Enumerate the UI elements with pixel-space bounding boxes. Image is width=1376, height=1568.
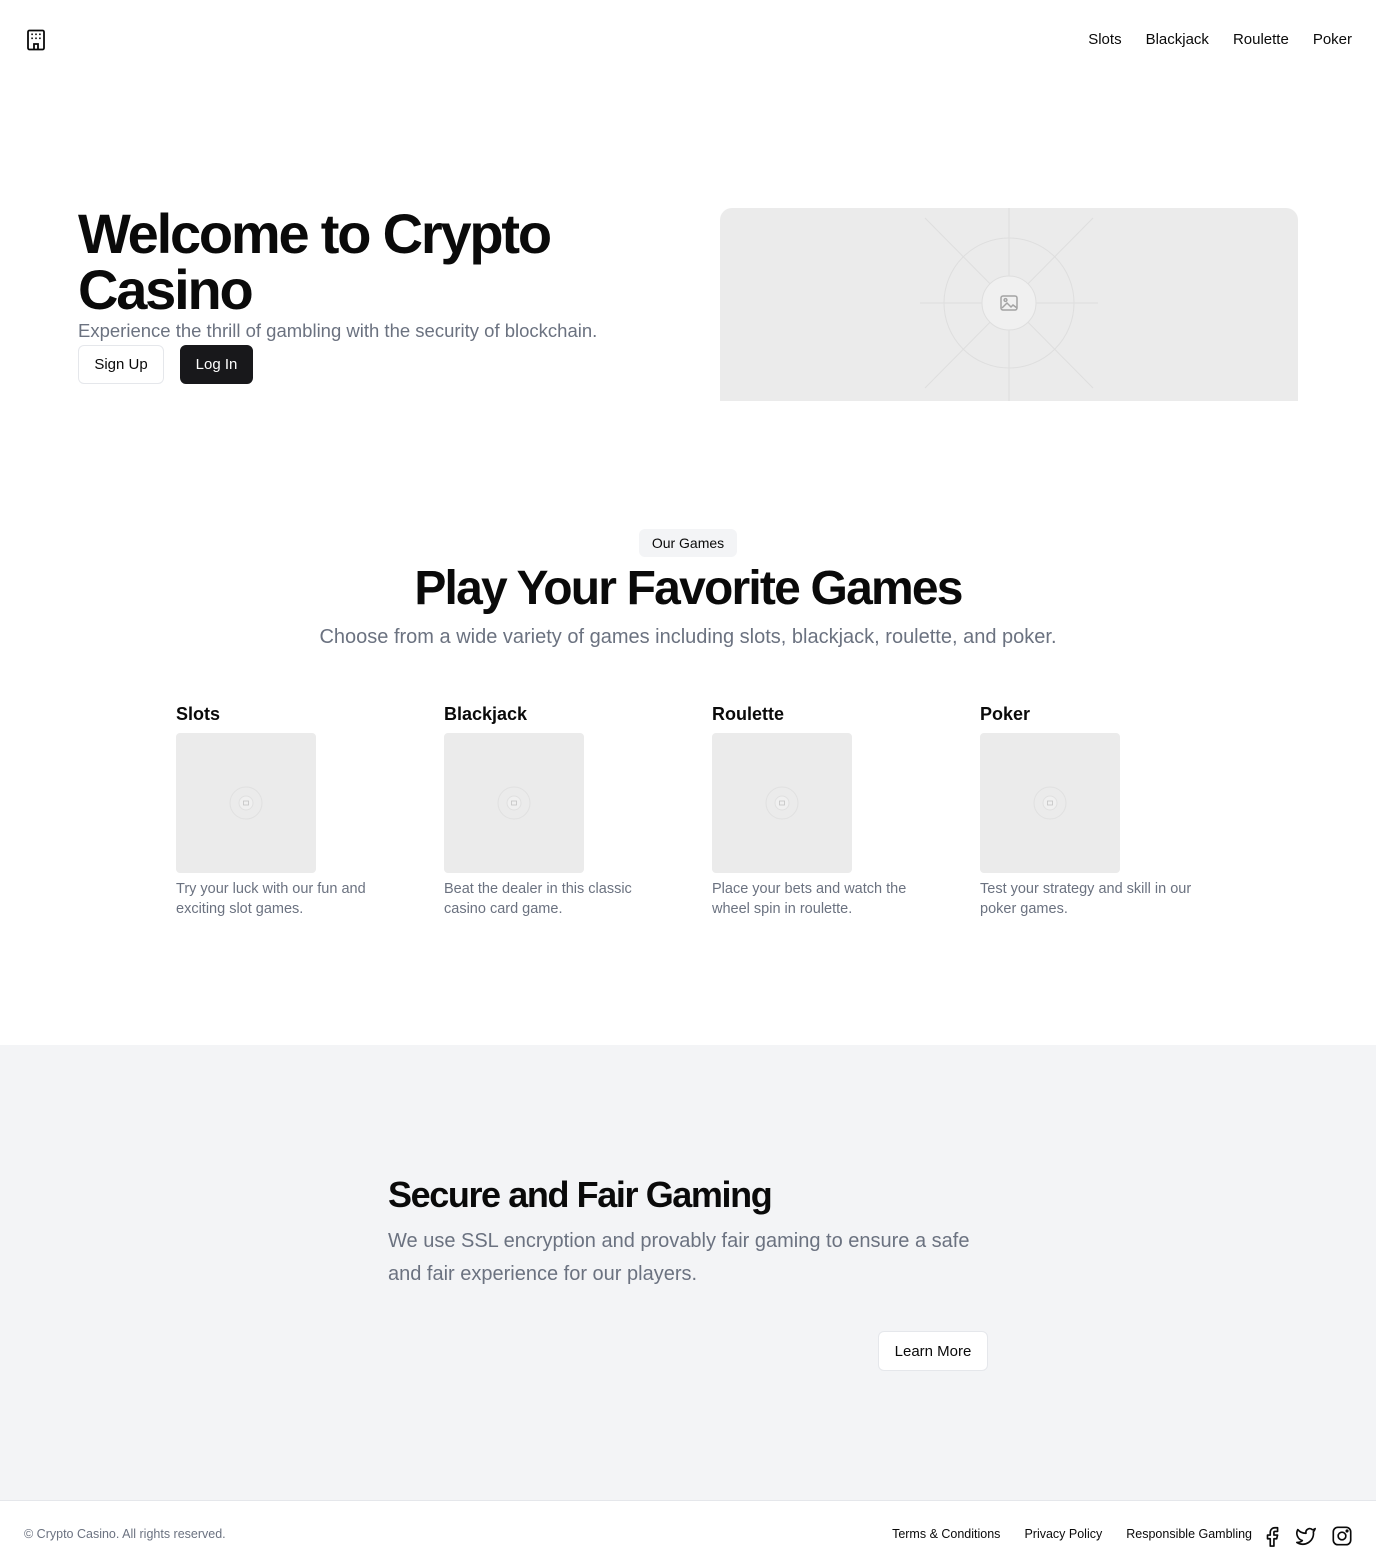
secure-text: We use SSL encryption and provably fair … bbox=[388, 1230, 970, 1285]
game-card-title: Slots bbox=[176, 704, 221, 724]
footer-link-responsible-gambling[interactable]: Responsible Gambling bbox=[1126, 1527, 1252, 1541]
game-card-description: Beat the dealer in this classic casino c… bbox=[444, 881, 632, 917]
facebook-icon[interactable] bbox=[1262, 1525, 1284, 1547]
log-in-button[interactable]: Log In bbox=[180, 345, 253, 384]
hero-image-placeholder bbox=[720, 208, 1298, 401]
image-placeholder-icon bbox=[1033, 786, 1067, 820]
secure-section: Secure and Fair Gaming We use SSL encryp… bbox=[0, 1045, 1376, 1500]
game-card-description: Place your bets and watch the wheel spin… bbox=[712, 881, 907, 917]
footer-links: Terms & Conditions Privacy Policy Respon… bbox=[892, 1527, 1252, 1541]
games-title: Play Your Favorite Games bbox=[414, 562, 963, 615]
nav-link-blackjack[interactable]: Blackjack bbox=[1146, 31, 1209, 49]
game-card-slots[interactable]: Slots Try your luck with our fun and exc… bbox=[176, 703, 406, 919]
footer-link-terms[interactable]: Terms & Conditions bbox=[892, 1527, 1000, 1541]
nav-link-roulette[interactable]: Roulette bbox=[1233, 31, 1289, 49]
image-placeholder-icon bbox=[920, 208, 1098, 401]
game-card-title: Poker bbox=[980, 704, 1031, 724]
twitter-icon[interactable] bbox=[1295, 1525, 1317, 1547]
hero-title: Welcome to Crypto Casino bbox=[78, 202, 552, 321]
site-footer: © Crypto Casino. All rights reserved. Te… bbox=[0, 1500, 1376, 1568]
image-placeholder-icon bbox=[765, 786, 799, 820]
hero-subtitle: Experience the thrill of gambling with t… bbox=[78, 320, 598, 341]
games-subtitle: Choose from a wide variety of games incl… bbox=[319, 626, 1057, 648]
sign-up-button[interactable]: Sign Up bbox=[78, 345, 164, 384]
game-image-placeholder bbox=[712, 733, 852, 873]
copyright-text: © Crypto Casino. All rights reserved. bbox=[24, 1527, 226, 1541]
game-image-placeholder bbox=[980, 733, 1120, 873]
nav-link-slots[interactable]: Slots bbox=[1088, 31, 1121, 49]
game-card-description: Test your strategy and skill in our poke… bbox=[980, 881, 1192, 917]
game-card-roulette[interactable]: Roulette Place your bets and watch the w… bbox=[712, 703, 942, 919]
game-card-blackjack[interactable]: Blackjack Beat the dealer in this classi… bbox=[444, 703, 674, 919]
game-card-title: Blackjack bbox=[444, 704, 528, 724]
image-placeholder-icon bbox=[497, 786, 531, 820]
main-nav: Slots Blackjack Roulette Poker bbox=[1088, 31, 1352, 49]
footer-link-privacy[interactable]: Privacy Policy bbox=[1024, 1527, 1102, 1541]
game-image-placeholder bbox=[176, 733, 316, 873]
site-header: Slots Blackjack Roulette Poker bbox=[0, 0, 1376, 80]
learn-more-button[interactable]: Learn More bbox=[878, 1331, 988, 1371]
game-image-placeholder bbox=[444, 733, 584, 873]
our-games-badge: Our Games bbox=[639, 529, 737, 557]
game-card-poker[interactable]: Poker Test your strategy and skill in ou… bbox=[980, 703, 1210, 919]
secure-title: Secure and Fair Gaming bbox=[388, 1174, 773, 1215]
game-card-title: Roulette bbox=[712, 704, 784, 724]
instagram-icon[interactable] bbox=[1331, 1525, 1353, 1547]
image-placeholder-icon bbox=[229, 786, 263, 820]
game-card-description: Try your luck with our fun and exciting … bbox=[176, 881, 366, 917]
nav-link-poker[interactable]: Poker bbox=[1313, 31, 1352, 49]
building-icon[interactable] bbox=[26, 29, 46, 51]
